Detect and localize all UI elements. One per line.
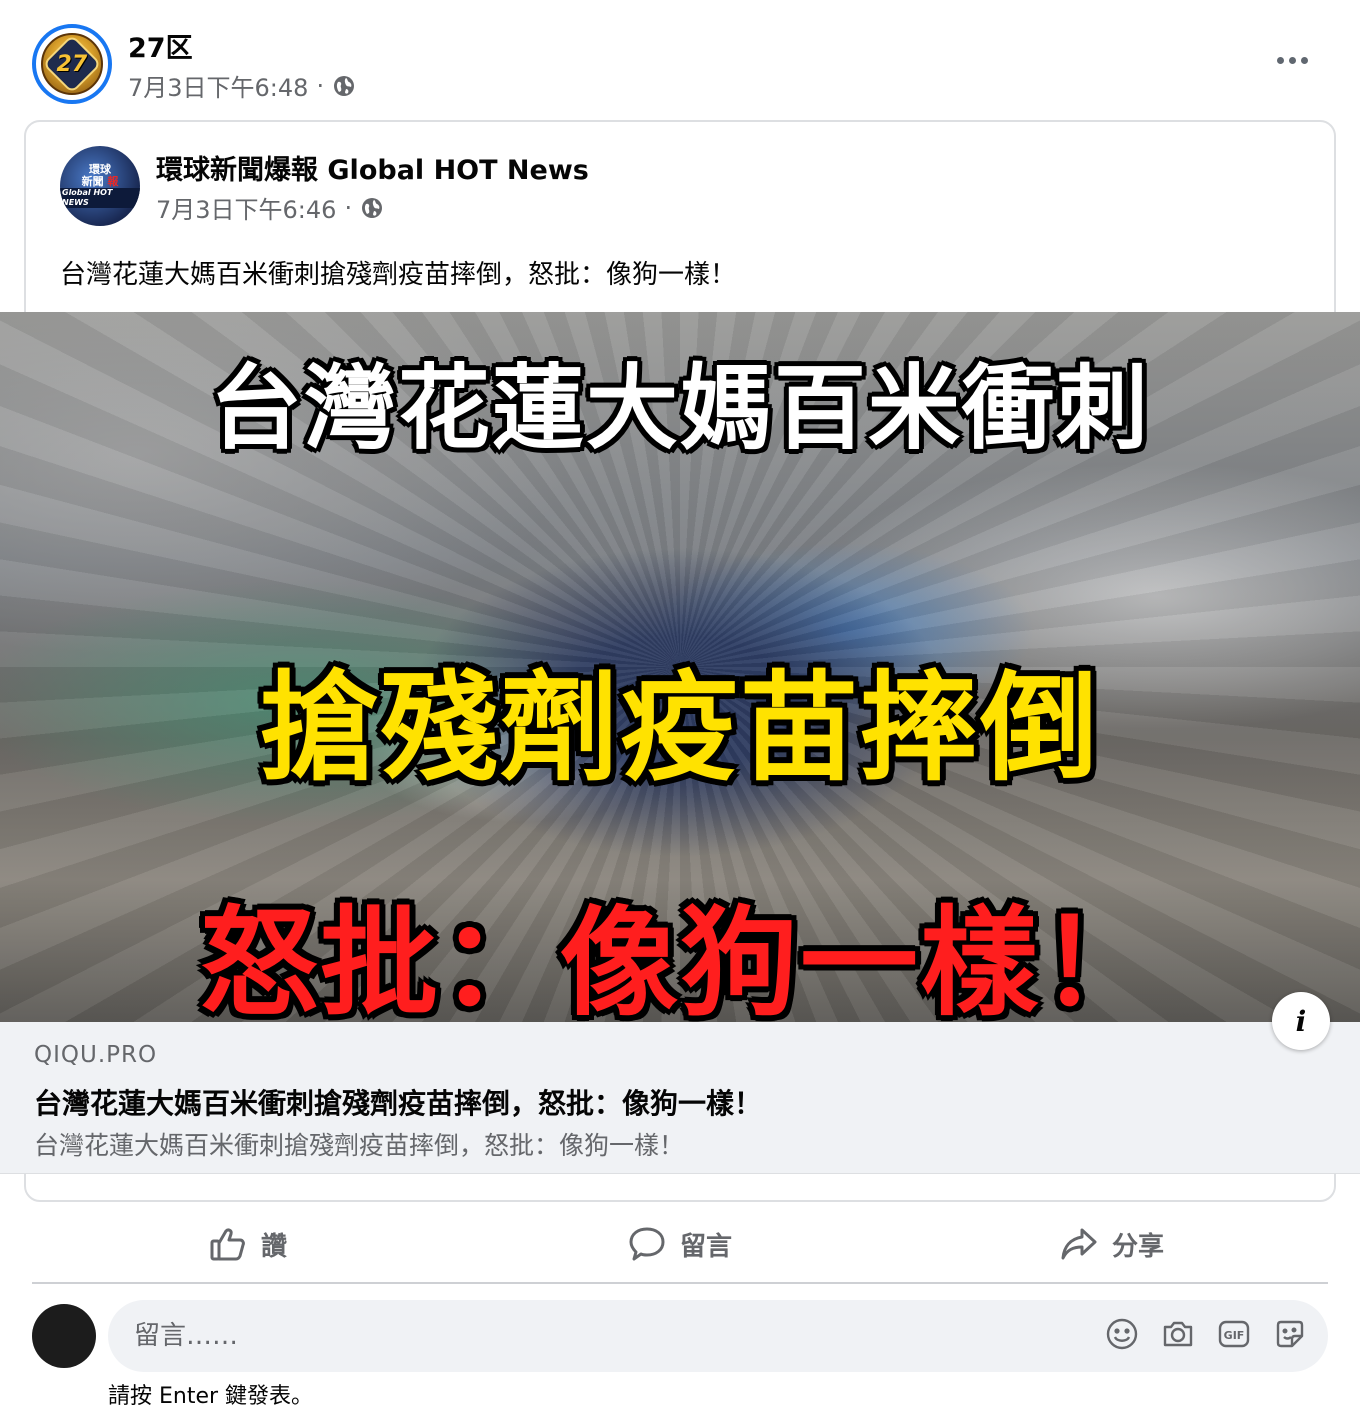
more-icon-dot — [1288, 56, 1296, 64]
gif-icon: GIF — [1218, 1320, 1250, 1348]
sticker-icon — [1276, 1320, 1304, 1348]
like-label: 讚 — [260, 1231, 287, 1262]
camera-button[interactable] — [1160, 1316, 1196, 1352]
emoji-button[interactable] — [1104, 1316, 1140, 1352]
comment-label: 留言 — [679, 1231, 732, 1262]
image-headline-line-3: 怒批：像狗一樣！ — [199, 894, 1160, 1022]
actions-divider — [32, 1282, 1328, 1284]
link-preview-info[interactable]: QIQU.PRO 台灣花蓮大媽百米衝刺搶殘劑疫苗摔倒，怒批：像狗一樣！ 台灣花蓮… — [0, 1022, 1360, 1174]
more-icon-dot — [1276, 56, 1284, 64]
info-icon[interactable]: i — [1272, 992, 1330, 1050]
page-name[interactable]: 27区 — [128, 26, 193, 65]
shared-post-text: 台灣花蓮大媽百米衝刺搶殘劑疫苗摔倒，怒批：像狗一樣！ — [60, 260, 737, 290]
share-button[interactable]: 分享 — [896, 1212, 1328, 1276]
avatar-badge: 27 — [41, 33, 103, 95]
meta-separator: · — [344, 193, 353, 222]
shared-avatar-line: 新聞 報 — [81, 175, 119, 188]
post-meta: 7月3日下午6:48 · — [128, 68, 356, 103]
user-avatar[interactable] — [32, 1304, 96, 1368]
link-preview-image[interactable]: 台灣花蓮大媽百米衝刺 搶殘劑疫苗摔倒 怒批：像狗一樣！ — [0, 312, 1360, 1022]
avatar-badge-inner: 27 — [42, 34, 102, 94]
svg-text:GIF: GIF — [1224, 1329, 1245, 1342]
meta-separator: · — [316, 71, 325, 100]
speech-bubble-icon — [629, 1227, 665, 1261]
more-options-button[interactable] — [1272, 44, 1312, 76]
enter-hint: 請按 Enter 鍵發表。 — [108, 1384, 314, 1409]
like-button[interactable]: 讚 — [32, 1212, 464, 1276]
shared-post-meta: 7月3日下午6:46 · — [156, 190, 384, 225]
post-header: 27 27区 7月3日下午6:48 · — [0, 0, 1360, 120]
comment-composer[interactable]: GIF — [108, 1300, 1328, 1372]
share-label: 分享 — [1111, 1231, 1164, 1262]
sticker-button[interactable] — [1272, 1316, 1308, 1352]
gif-button[interactable]: GIF — [1216, 1316, 1252, 1352]
image-headline-line-1: 台灣花蓮大媽百米衝刺 — [209, 355, 1150, 462]
shared-avatar-line: Global HOT NEWS — [60, 188, 140, 208]
image-headline-line-2: 搶殘劑疫苗摔倒 — [259, 659, 1100, 797]
avatar-text: 27 — [56, 51, 88, 77]
more-icon-dot — [1300, 56, 1308, 64]
globe-icon[interactable] — [332, 74, 356, 98]
thumbs-up-icon — [210, 1228, 245, 1261]
shared-page-name[interactable]: 環球新聞爆報 Global HOT News — [156, 148, 589, 187]
emoji-icon — [1106, 1318, 1138, 1350]
comment-tools: GIF — [1104, 1316, 1308, 1352]
share-arrow-icon — [1061, 1228, 1097, 1260]
link-domain: QIQU.PRO — [34, 1042, 158, 1068]
post-actions-bar: 讚 留言 分享 — [32, 1212, 1328, 1276]
page-avatar[interactable]: 27 — [32, 24, 112, 104]
shared-post-timestamp[interactable]: 7月3日下午6:46 — [156, 190, 336, 225]
link-description: 台灣花蓮大媽百米衝刺搶殘劑疫苗摔倒，怒批：像狗一樣！ — [34, 1131, 685, 1160]
camera-icon — [1163, 1321, 1193, 1347]
post-timestamp[interactable]: 7月3日下午6:48 — [128, 68, 308, 103]
shared-page-avatar[interactable]: 環球 新聞 報 Global HOT NEWS — [60, 146, 140, 226]
comment-input[interactable] — [134, 1314, 1034, 1358]
link-title[interactable]: 台灣花蓮大媽百米衝刺搶殘劑疫苗摔倒，怒批：像狗一樣！ — [34, 1082, 762, 1122]
globe-icon[interactable] — [360, 196, 384, 220]
comment-button[interactable]: 留言 — [464, 1212, 896, 1276]
